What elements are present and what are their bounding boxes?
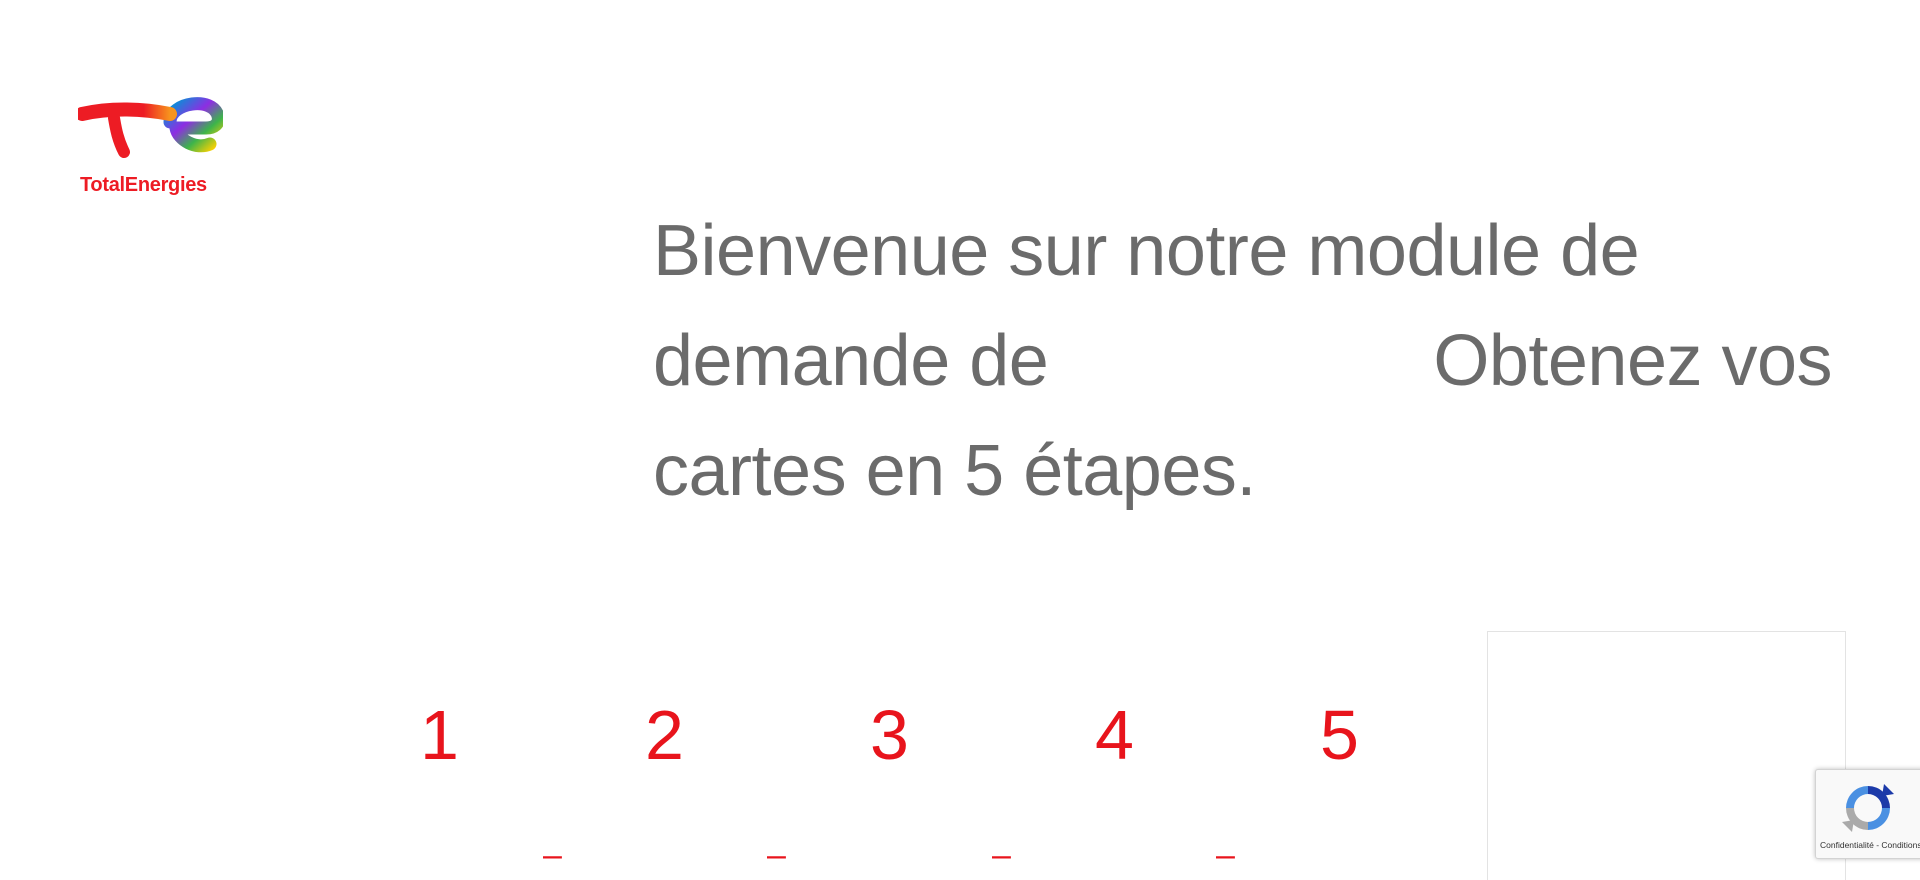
welcome-heading: Bienvenue sur notre module de demande de… (653, 196, 1833, 526)
side-panel (1487, 631, 1846, 880)
logo-wordmark: TotalEnergies (80, 174, 207, 196)
step-separator: – (543, 836, 562, 874)
step-5-number: 5 (1320, 696, 1359, 774)
step-separator: – (1216, 836, 1235, 874)
step-1-number: 1 (420, 696, 459, 774)
step-3-number: 3 (870, 696, 909, 774)
welcome-line-1: Bienvenue sur notre module de (653, 211, 1640, 291)
step-4-number: 4 (1095, 696, 1134, 774)
step-separator: – (767, 836, 786, 874)
step-2-number: 2 (645, 696, 684, 774)
totalenergies-logo-icon (78, 97, 223, 158)
welcome-line-2-end: Obtenez vos (1433, 321, 1833, 401)
welcome-line-2: demande de Obtenez vos (653, 306, 1833, 416)
recaptcha-icon (1842, 784, 1894, 832)
welcome-line-3: cartes en 5 étapes. (653, 431, 1256, 511)
welcome-line-2-start: demande de (653, 321, 1049, 401)
recaptcha-privacy-terms-link[interactable]: Confidentialité - Conditions (1820, 840, 1920, 850)
recaptcha-badge[interactable]: Confidentialité - Conditions (1815, 769, 1920, 859)
page: TotalEnergies Bienvenue sur notre module… (0, 0, 1920, 880)
totalenergies-logo[interactable]: TotalEnergies (78, 92, 223, 202)
step-separator: – (992, 836, 1011, 874)
